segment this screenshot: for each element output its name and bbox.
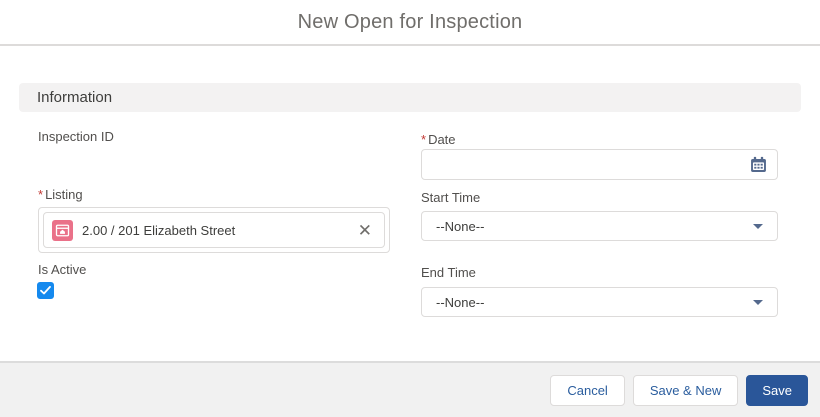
- end-time-select[interactable]: --None--: [421, 287, 778, 317]
- required-asterisk: *: [421, 132, 427, 147]
- chevron-down-icon: [753, 223, 763, 229]
- date-label-text: Date: [428, 132, 456, 147]
- listing-icon: [52, 219, 73, 241]
- modal-header: New Open for Inspection: [0, 0, 820, 46]
- date-label: * Date: [421, 132, 456, 147]
- is-active-checkbox[interactable]: [37, 282, 54, 299]
- end-time-label: End Time: [421, 265, 476, 280]
- start-time-value: --None--: [436, 218, 485, 234]
- modal-footer: Cancel Save & New Save: [0, 361, 820, 417]
- listing-selected-pill[interactable]: 2.00 / 201 Elizabeth Street ✕: [43, 212, 385, 248]
- cancel-button[interactable]: Cancel: [550, 374, 625, 406]
- page-title: New Open for Inspection: [297, 10, 523, 33]
- is-active-label-text: Is Active: [38, 262, 87, 277]
- clear-selection-icon[interactable]: ✕: [356, 222, 374, 239]
- section-title: Information: [37, 89, 113, 106]
- checkmark-icon: [40, 286, 51, 295]
- new-open-for-inspection-modal: New Open for Inspection Information Insp…: [0, 0, 820, 417]
- calendar-icon[interactable]: [750, 156, 767, 173]
- section-header-information: Information: [19, 83, 801, 112]
- end-time-value: --None--: [436, 294, 485, 310]
- inspection-id-label: Inspection ID: [38, 129, 114, 144]
- listing-label-text: Listing: [45, 187, 83, 202]
- inspection-id-label-text: Inspection ID: [38, 129, 114, 144]
- start-time-label: Start Time: [421, 190, 480, 205]
- save-and-new-button[interactable]: Save & New: [632, 374, 739, 406]
- listing-value: 2.00 / 201 Elizabeth Street: [82, 222, 236, 238]
- save-button[interactable]: Save: [746, 374, 808, 406]
- start-time-label-text: Start Time: [421, 190, 481, 205]
- listing-lookup-field[interactable]: 2.00 / 201 Elizabeth Street ✕: [38, 207, 390, 253]
- chevron-down-icon: [753, 299, 763, 305]
- listing-label: * Listing: [38, 187, 83, 202]
- date-input[interactable]: [421, 149, 778, 180]
- start-time-select[interactable]: --None--: [421, 211, 778, 241]
- is-active-label: Is Active: [38, 262, 86, 277]
- end-time-label-text: End Time: [421, 265, 476, 280]
- required-asterisk: *: [38, 187, 44, 202]
